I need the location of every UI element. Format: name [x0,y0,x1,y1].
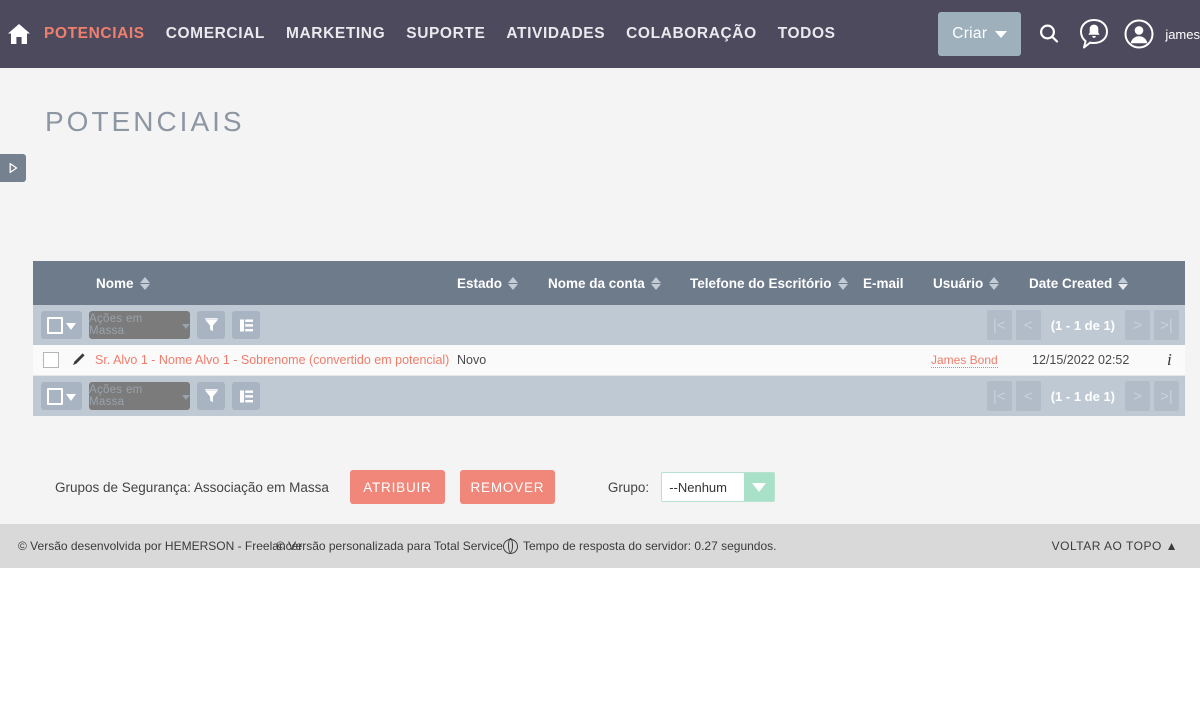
column-header-usuario[interactable]: Usuário [933,276,1000,291]
back-to-top-link[interactable]: VOLTAR AO TOPO ▲ [1052,539,1178,553]
column-header-nome-da-conta[interactable]: Nome da conta [548,276,661,291]
checkbox-square-icon [47,316,63,334]
globe-icon [503,538,518,554]
pagination-top: |< < (1 - 1 de 1) > >| [986,310,1179,340]
sort-icon [650,276,661,290]
next-page-icon[interactable]: > [1125,381,1150,411]
footer-credit-custom: © Versão personalizada para Total Servic… [276,539,503,553]
page-footer: © Versão desenvolvida por HEMERSON - Fre… [0,524,1200,568]
group-label: Grupo: [607,479,650,495]
sort-icon [989,276,1000,290]
checkbox-dropdown-icon[interactable] [41,382,82,410]
checkbox-dropdown-icon[interactable] [41,311,82,339]
list-toolbar-top: Ações em Massa |< < (1 - 1 de 1) > >| [33,305,1185,345]
nav-item-todos[interactable]: TODOS [778,25,836,43]
info-icon[interactable]: i [1167,350,1172,370]
column-header-telefone-do-escritorio[interactable]: Telefone do Escritório [690,276,848,291]
main-nav-items: POTENCIAIS COMERCIAL MARKETING SUPORTE A… [44,25,836,43]
pagination-bottom: |< < (1 - 1 de 1) > >| [986,381,1179,411]
column-chooser-icon[interactable] [232,311,260,339]
table-row[interactable]: Sr. Alvo 1 - Nome Alvo 1 - Sobrenome (co… [33,345,1185,376]
last-page-icon[interactable]: >| [1154,381,1179,411]
chevron-down-icon [66,323,76,330]
cell-date-created: 12/15/2022 02:52 [1032,353,1130,367]
user-account-icon[interactable] [1122,17,1156,51]
pencil-edit-icon[interactable] [71,351,87,370]
lead-name-link[interactable]: Sr. Alvo 1 - Nome Alvo 1 - Sobrenome (co… [95,353,449,367]
column-header-email[interactable]: E-mail [863,276,904,291]
username-label[interactable]: james [1165,27,1200,42]
bulk-action-button[interactable]: Ações em Massa [89,311,190,339]
first-page-icon[interactable]: |< [986,381,1012,411]
chevron-down-icon [66,394,76,401]
next-page-icon[interactable]: > [1125,310,1150,340]
previous-page-icon[interactable]: < [1015,310,1041,340]
mass-assign-panel: Grupos de Segurança: Associação em Massa… [55,470,776,504]
nav-item-potenciais[interactable]: POTENCIAIS [44,25,145,43]
list-toolbar-bottom: Ações em Massa |< < (1 - 1 de 1) > >| [33,376,1185,416]
checkbox-square-icon [47,387,63,405]
nav-item-marketing[interactable]: MARKETING [286,25,385,43]
footer-response-time: Tempo de resposta do servidor: 0.27 segu… [503,538,777,554]
previous-page-icon[interactable]: < [1015,381,1041,411]
pagination-count-label: (1 - 1 de 1) [1050,388,1115,404]
create-button[interactable]: Criar [938,12,1022,56]
column-header-estado[interactable]: Estado [457,276,519,291]
column-header-date-created[interactable]: Date Created [1029,276,1129,291]
assign-button[interactable]: ATRIBUIR [349,470,445,504]
nav-item-colaboracao[interactable]: COLABORAÇÃO [626,25,757,43]
funnel-filter-icon[interactable] [197,382,225,410]
column-chooser-icon[interactable] [232,382,260,410]
nav-right-actions: Criar james [938,0,1200,68]
sort-icon [139,276,150,290]
last-page-icon[interactable]: >| [1154,310,1179,340]
bulk-action-button[interactable]: Ações em Massa [89,382,190,410]
sort-icon [837,276,848,290]
table-header-row: Nome Estado Nome da conta Telefone do Es… [33,261,1185,305]
mass-assign-label: Grupos de Segurança: Associação em Massa [55,479,329,495]
funnel-filter-icon[interactable] [197,311,225,339]
group-select[interactable]: --Nenhum [661,472,776,502]
search-icon[interactable] [1032,17,1066,51]
nav-item-comercial[interactable]: COMERCIAL [166,25,265,43]
leads-list-view: Nome Estado Nome da conta Telefone do Es… [33,261,1185,416]
remove-button[interactable]: REMOVER [459,470,555,504]
cell-usuario-link[interactable]: James Bond [931,353,998,368]
page-blank-area [0,568,1200,724]
chevron-down-icon [182,395,190,400]
home-icon[interactable] [6,21,32,47]
sort-icon [508,276,519,290]
page-body: POTENCIAIS Nome Estado Nome da conta Tel… [0,68,1200,524]
top-navigation-bar: POTENCIAIS COMERCIAL MARKETING SUPORTE A… [0,0,1200,68]
chevron-down-icon [995,30,1008,38]
row-checkbox[interactable] [43,352,59,368]
first-page-icon[interactable]: |< [986,310,1012,340]
group-select-value: --Nenhum [669,479,727,495]
chevron-down-icon[interactable] [744,473,775,501]
footer-response-time-label: Tempo de resposta do servidor: 0.27 segu… [523,539,777,553]
page-title: POTENCIAIS [45,106,245,137]
chevron-down-icon [182,324,190,329]
notification-bell-icon[interactable] [1077,17,1111,51]
sort-icon-active [1118,276,1129,290]
create-button-label: Criar [952,25,988,42]
nav-item-atividades[interactable]: ATIVIDADES [506,25,605,43]
footer-credit-developer: © Versão desenvolvida por HEMERSON - Fre… [18,539,303,553]
expand-sidebar-arrow-icon[interactable] [0,154,26,182]
pagination-count-label: (1 - 1 de 1) [1050,317,1115,333]
nav-item-suporte[interactable]: SUPORTE [406,25,485,43]
cell-estado: Novo [457,353,487,367]
column-header-nome[interactable]: Nome [96,276,150,291]
